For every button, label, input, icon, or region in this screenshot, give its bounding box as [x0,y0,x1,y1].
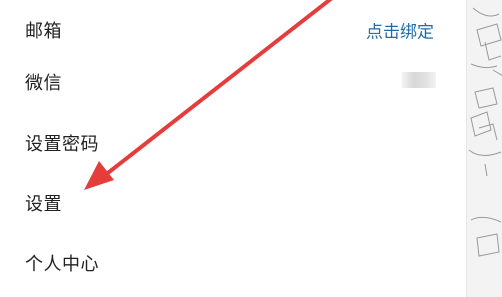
wechat-status-indicator [402,72,436,88]
menu-item-wechat[interactable]: 微信 [0,52,466,112]
menu-item-email[interactable]: 邮箱 点击绑定 [0,0,466,60]
menu-item-set-password-label: 设置密码 [25,134,99,155]
menu-item-personal-center-label: 个人中心 [25,254,99,275]
background-sketch-edge [466,0,502,297]
menu-item-personal-center[interactable]: 个人中心 [0,233,466,293]
bind-email-link[interactable]: 点击绑定 [366,18,434,43]
menu-item-settings[interactable]: 设置 [0,173,466,233]
menu-item-email-label: 邮箱 [25,21,62,42]
background-sketch [468,7,502,257]
account-menu-panel: 邮箱 点击绑定 微信 设置密码 设置 个人中心 [0,0,466,297]
menu-item-wechat-label: 微信 [25,73,62,94]
menu-item-set-password[interactable]: 设置密码 [0,113,466,173]
menu-item-settings-label: 设置 [25,194,62,215]
